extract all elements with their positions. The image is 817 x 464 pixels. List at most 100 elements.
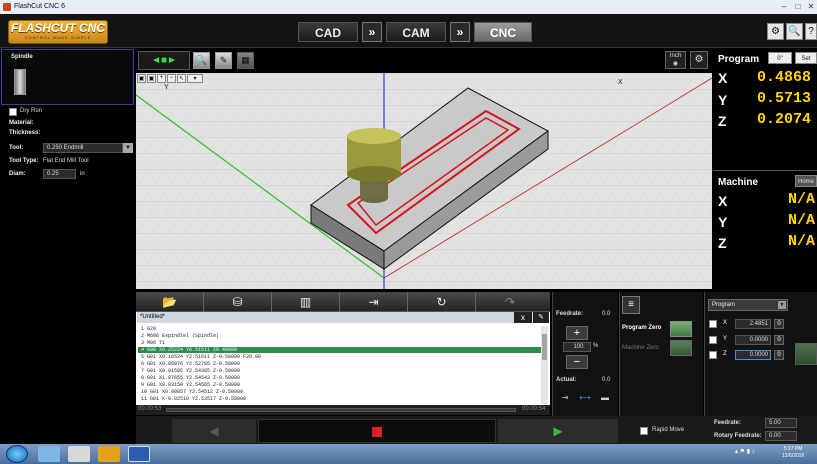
unit-inch-button[interactable]: Inch ◉	[665, 51, 686, 69]
maximize-icon[interactable]: □	[792, 2, 804, 11]
program-zero-button[interactable]: 0"	[768, 52, 792, 64]
x-offset-field[interactable]: 2.4851	[735, 319, 771, 329]
view-mini-toolbar: ▣ ▣ + − ↖ ▾	[137, 74, 217, 84]
program-set-button[interactable]: Set	[795, 52, 817, 64]
y-axis-checkbox[interactable]	[709, 336, 717, 344]
feed-percent-unit: %	[593, 343, 599, 349]
menu-list-icon[interactable]: ≡	[622, 296, 640, 314]
code-line[interactable]: 1 G20	[138, 326, 548, 332]
y-zero-button[interactable]: 0	[774, 335, 784, 345]
feed-increase-button[interactable]: +	[566, 326, 588, 340]
taskbar-explorer-icon[interactable]	[38, 446, 60, 462]
feed-percent-field[interactable]: 100	[563, 342, 591, 352]
chevron-down-icon[interactable]: ▼	[123, 143, 133, 153]
code-line[interactable]: 9 G01 X0.03150 Y2.54565 Z-0.50000	[138, 382, 548, 388]
view-dropdown-icon[interactable]: ▾	[187, 74, 203, 83]
z-zero-button[interactable]: 0	[774, 350, 784, 360]
z-axis-checkbox[interactable]	[709, 351, 717, 359]
minimize-icon[interactable]: –	[778, 2, 790, 11]
step-back-button[interactable]: ◀	[172, 419, 256, 443]
thickness-label: Thickness:	[9, 130, 41, 136]
progress-bar[interactable]	[166, 408, 516, 412]
jog-step-small-icon[interactable]: ⇥	[556, 393, 574, 405]
taskbar-clock[interactable]: 5:17 PM 12/6/2016	[782, 446, 804, 460]
tab-cam[interactable]: CAM	[386, 22, 446, 42]
toolpath-viewport[interactable]: X Y	[136, 73, 712, 289]
z-offset-field[interactable]: 0.0000	[735, 350, 771, 360]
ruler-icon[interactable]: ✎	[215, 52, 232, 69]
close-icon[interactable]: ✕	[805, 2, 817, 11]
dro-divider	[713, 170, 817, 171]
zoom-out-icon[interactable]: −	[167, 74, 176, 83]
start-button[interactable]	[6, 445, 28, 463]
apply-offset-go-button[interactable]	[795, 343, 817, 365]
diam-field[interactable]: 0.25	[43, 169, 76, 179]
settings-gears-icon[interactable]: ⚙	[767, 23, 784, 40]
run-button[interactable]: ▶	[498, 419, 618, 443]
code-line[interactable]: 6 G01 X0.05076 Y2.52705 Z-0.50000	[138, 361, 548, 367]
database-icon[interactable]: ⛁	[204, 292, 272, 312]
stop-button[interactable]	[258, 419, 496, 443]
machine-home-button[interactable]: Home	[795, 175, 817, 187]
redo-icon[interactable]: ↷	[476, 292, 544, 312]
editor-filename: *Untitled*	[140, 314, 166, 320]
help-icon[interactable]: ?	[805, 23, 817, 40]
editor-close-button[interactable]: x	[514, 312, 532, 323]
code-line-selected[interactable]: 4 G00 X0.25224 Y0.51511 Z0.40000	[138, 347, 548, 353]
chevron-right-icon: »	[450, 22, 470, 42]
code-line[interactable]: 11 G01 X-0.02510 Y2.53517 Z-0.50000	[138, 396, 548, 402]
editor-scrollbar[interactable]	[541, 326, 548, 404]
jog-step-large-icon[interactable]: ▬	[596, 393, 614, 405]
spindle-toggle-icon[interactable]: ⚙	[690, 51, 708, 69]
scrollbar-thumb[interactable]	[542, 334, 547, 360]
program-zero-go-button[interactable]	[670, 321, 692, 337]
tab-cnc[interactable]: CNC	[474, 22, 532, 42]
tray-icons[interactable]: ▴ ⚑ ▮ ♪	[735, 448, 775, 458]
tab-cad[interactable]: CAD	[298, 22, 358, 42]
code-line[interactable]: 7 G01 X0.01505 Y2.54305 Z-0.50000	[138, 368, 548, 374]
tool-top	[347, 128, 401, 144]
rotary-feedrate-field[interactable]: 0.00	[765, 431, 797, 441]
barcode-icon[interactable]: ▥	[272, 292, 340, 312]
view-front-icon[interactable]: ▣	[137, 74, 146, 83]
rapid-move-checkbox[interactable]	[640, 427, 648, 435]
bottom-feedrate-field[interactable]: 5.00	[765, 418, 797, 428]
search-icon[interactable]: 🔍	[786, 23, 803, 40]
y-offset-field[interactable]: 0.0000	[735, 335, 771, 345]
grid-ruler-icon[interactable]: ▦	[237, 52, 254, 69]
editor-edit-icon[interactable]: ✎	[533, 312, 549, 323]
zoom-in-icon[interactable]: +	[157, 74, 166, 83]
spindle-box: Spindle	[1, 49, 134, 105]
chevron-right-icon: »	[362, 22, 382, 42]
feed-decrease-button[interactable]: −	[566, 355, 588, 369]
tool-select[interactable]: 0.250 Endmill	[43, 143, 123, 153]
jog-step-medium-icon[interactable]: ⟷	[576, 393, 594, 405]
machine-zero-go-button[interactable]	[670, 340, 692, 356]
rapid-move-label: Rapid Move	[652, 427, 685, 433]
taskbar-app-icon[interactable]	[128, 446, 150, 462]
x-zero-button[interactable]: 0	[774, 319, 784, 329]
progress-end-time: 00:00:54	[522, 406, 546, 412]
pan-icon[interactable]: ↖	[177, 74, 186, 83]
zoom-icon[interactable]: 🔍	[193, 52, 210, 69]
open-folder-icon[interactable]: 📂	[136, 292, 204, 312]
dry-run-checkbox[interactable]	[9, 108, 17, 116]
code-line[interactable]: 2 M606 Espindlel (Spindle)	[138, 333, 548, 339]
refresh-icon[interactable]: ↻	[408, 292, 476, 312]
taskbar-people-icon[interactable]	[98, 446, 120, 462]
code-line[interactable]: 10 G01 X0.00057 Y2.54512 Z-0.50000	[138, 389, 548, 395]
machine-z-label: Z	[718, 235, 727, 251]
program-x-label: X	[718, 70, 728, 86]
program-x-value: 0.4868	[757, 69, 812, 86]
toolpath-view-tab[interactable]: ◄■►	[138, 51, 190, 70]
x-axis-checkbox[interactable]	[709, 320, 717, 328]
view-iso-icon[interactable]: ▣	[147, 74, 156, 83]
export-icon[interactable]: ⇥	[340, 292, 408, 312]
taskbar-notepad-icon[interactable]	[68, 446, 90, 462]
machine-x-value: N/A	[788, 191, 816, 208]
code-line[interactable]: 8 G01 X1.97655 Y2.54543 Z-0.50000	[138, 375, 548, 381]
code-line[interactable]: 3 M06 T1	[138, 340, 548, 346]
tool-type-label: Tool Type:	[9, 158, 39, 164]
coordinate-select[interactable]: Program ▼	[708, 299, 788, 311]
code-line[interactable]: 5 G01 X0.16524 Y2.51611 Z-0.50000 F20.00	[138, 354, 548, 360]
